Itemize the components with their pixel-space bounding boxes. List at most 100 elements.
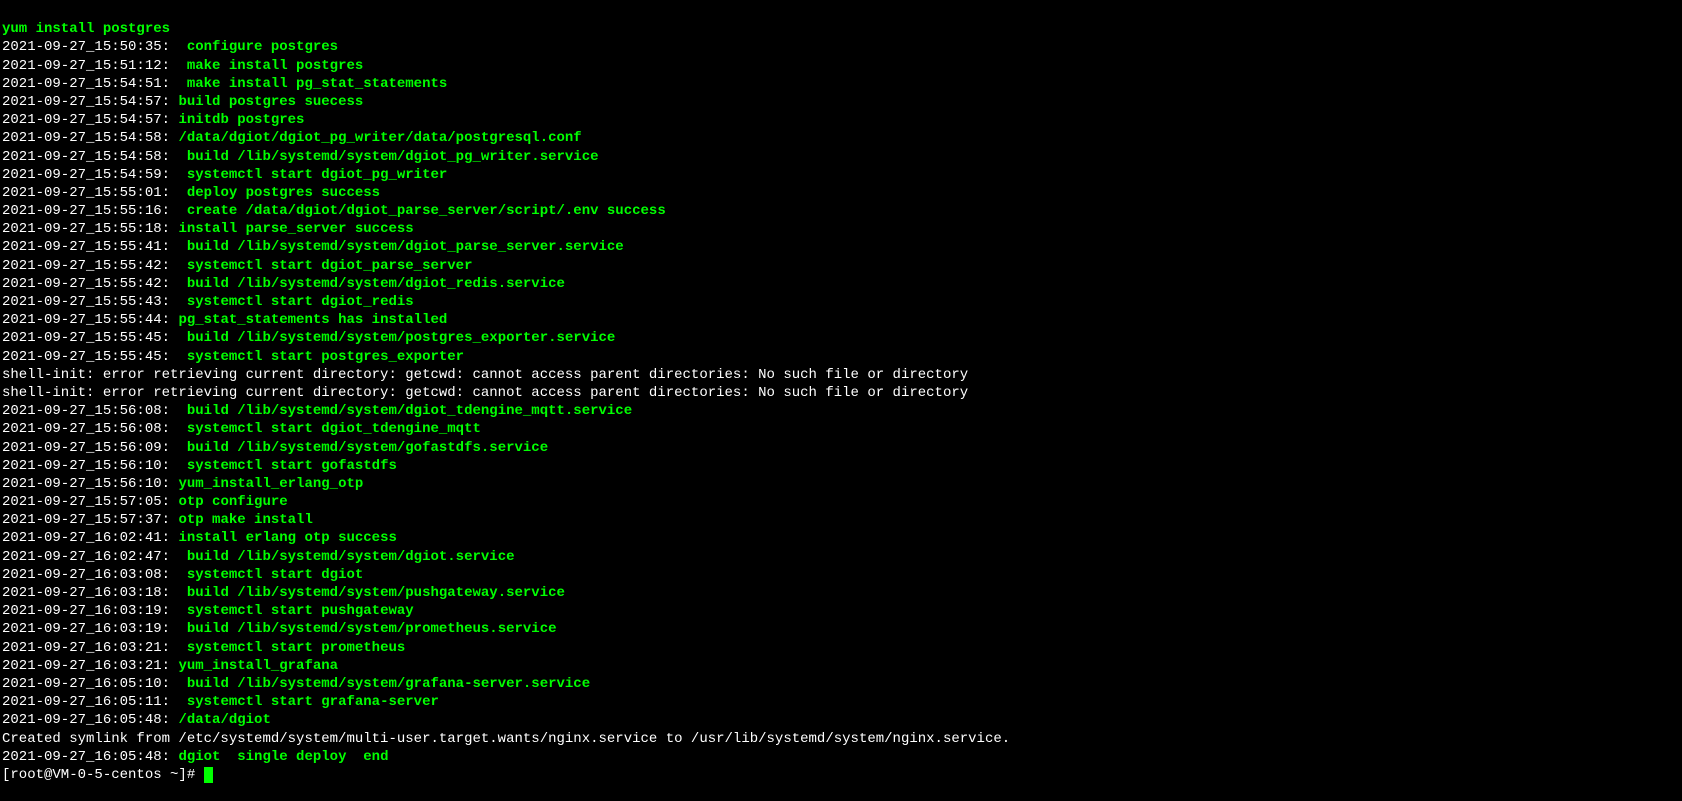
terminal-line: Created symlink from /etc/systemd/system… (2, 730, 1680, 748)
terminal-line: 2021-09-27_16:02:41: install erlang otp … (2, 529, 1680, 547)
terminal-line: 2021-09-27_15:55:45: systemctl start pos… (2, 348, 1680, 366)
terminal-line: 2021-09-27_15:56:10: yum_install_erlang_… (2, 475, 1680, 493)
terminal-line: 2021-09-27_15:55:45: build /lib/systemd/… (2, 329, 1680, 347)
timestamp: 2021-09-27_15:54:57: (2, 94, 178, 110)
timestamp: 2021-09-27_15:55:01: (2, 185, 178, 201)
log-text: build /lib/systemd/system/dgiot_parse_se… (178, 239, 623, 255)
terminal-line: 2021-09-27_16:05:48: dgiot single deploy… (2, 748, 1680, 766)
log-text: initdb postgres (178, 112, 304, 128)
timestamp: 2021-09-27_15:55:45: (2, 330, 178, 346)
timestamp: 2021-09-27_15:54:51: (2, 76, 178, 92)
terminal-line: 2021-09-27_15:55:42: build /lib/systemd/… (2, 275, 1680, 293)
timestamp: 2021-09-27_15:56:08: (2, 403, 178, 419)
timestamp: 2021-09-27_16:03:21: (2, 640, 178, 656)
timestamp: 2021-09-27_16:03:19: (2, 621, 178, 637)
terminal-line: 2021-09-27_15:54:57: build postgres suec… (2, 93, 1680, 111)
timestamp: 2021-09-27_16:05:48: (2, 712, 178, 728)
log-text: systemctl start prometheus (178, 640, 405, 656)
terminal-line: 2021-09-27_16:03:21: systemctl start pro… (2, 639, 1680, 657)
terminal-line: 2021-09-27_15:56:09: build /lib/systemd/… (2, 439, 1680, 457)
log-text: otp make install (178, 512, 312, 528)
log-text: systemctl start gofastdfs (178, 458, 396, 474)
timestamp: 2021-09-27_15:55:43: (2, 294, 178, 310)
terminal-line: yum install postgres (2, 20, 1680, 38)
log-text: systemctl start grafana-server (178, 694, 438, 710)
log-text: build /lib/systemd/system/dgiot_pg_write… (178, 149, 598, 165)
log-text: systemctl start postgres_exporter (178, 349, 464, 365)
timestamp: 2021-09-27_15:54:58: (2, 149, 178, 165)
log-text: create /data/dgiot/dgiot_parse_server/sc… (178, 203, 665, 219)
log-text: pg_stat_statements has installed (178, 312, 447, 328)
log-text: shell-init: error retrieving current dir… (2, 367, 968, 383)
terminal-line: 2021-09-27_15:55:44: pg_stat_statements … (2, 311, 1680, 329)
log-text: build /lib/systemd/system/postgres_expor… (178, 330, 615, 346)
timestamp: 2021-09-27_15:54:58: (2, 130, 178, 146)
terminal-line: 2021-09-27_15:51:12: make install postgr… (2, 57, 1680, 75)
terminal-line: 2021-09-27_16:05:11: systemctl start gra… (2, 693, 1680, 711)
log-text: build /lib/systemd/system/dgiot_redis.se… (178, 276, 564, 292)
log-text: systemctl start dgiot_tdengine_mqtt (178, 421, 480, 437)
timestamp: 2021-09-27_16:03:21: (2, 658, 178, 674)
log-text: Created symlink from /etc/systemd/system… (2, 731, 1010, 747)
log-text: install parse_server success (178, 221, 413, 237)
timestamp: 2021-09-27_16:03:18: (2, 585, 178, 601)
prompt-line[interactable]: [root@VM-0-5-centos ~]# (2, 766, 1680, 784)
terminal-output[interactable]: yum install postgres 2021-09-27_15:50:35:… (2, 2, 1680, 784)
log-text: systemctl start dgiot (178, 567, 363, 583)
log-text: make install postgres (178, 58, 363, 74)
shell-prompt: [root@VM-0-5-centos ~]# (2, 766, 204, 784)
timestamp: 2021-09-27_15:55:18: (2, 221, 178, 237)
terminal-line: 2021-09-27_15:56:10: systemctl start gof… (2, 457, 1680, 475)
timestamp: 2021-09-27_15:54:59: (2, 167, 178, 183)
timestamp: 2021-09-27_15:55:45: (2, 349, 178, 365)
log-text: yum_install_erlang_otp (178, 476, 363, 492)
log-text: systemctl start dgiot_pg_writer (178, 167, 447, 183)
log-text: deploy postgres success (178, 185, 380, 201)
timestamp: 2021-09-27_16:05:48: (2, 749, 178, 765)
terminal-line: shell-init: error retrieving current dir… (2, 366, 1680, 384)
log-text: systemctl start pushgateway (178, 603, 413, 619)
terminal-line: 2021-09-27_15:55:16: create /data/dgiot/… (2, 202, 1680, 220)
log-text: /data/dgiot (178, 712, 270, 728)
terminal-line: 2021-09-27_15:54:59: systemctl start dgi… (2, 166, 1680, 184)
terminal-line: 2021-09-27_16:02:47: build /lib/systemd/… (2, 548, 1680, 566)
terminal-line: 2021-09-27_15:54:57: initdb postgres (2, 111, 1680, 129)
timestamp: 2021-09-27_15:55:41: (2, 239, 178, 255)
timestamp: 2021-09-27_16:03:19: (2, 603, 178, 619)
log-text: /data/dgiot/dgiot_pg_writer/data/postgre… (178, 130, 581, 146)
terminal-line: shell-init: error retrieving current dir… (2, 384, 1680, 402)
terminal-line: 2021-09-27_15:54:58: /data/dgiot/dgiot_p… (2, 129, 1680, 147)
timestamp: 2021-09-27_16:05:10: (2, 676, 178, 692)
timestamp: 2021-09-27_15:56:10: (2, 458, 178, 474)
timestamp: 2021-09-27_15:54:57: (2, 112, 178, 128)
terminal-line: 2021-09-27_16:03:18: build /lib/systemd/… (2, 584, 1680, 602)
timestamp: 2021-09-27_15:55:42: (2, 276, 178, 292)
log-text: yum_install_grafana (178, 658, 338, 674)
log-text: build /lib/systemd/system/dgiot_tdengine… (178, 403, 632, 419)
terminal-line: 2021-09-27_15:55:01: deploy postgres suc… (2, 184, 1680, 202)
timestamp: 2021-09-27_15:56:08: (2, 421, 178, 437)
terminal-line: 2021-09-27_15:56:08: build /lib/systemd/… (2, 402, 1680, 420)
terminal-line: 2021-09-27_16:05:10: build /lib/systemd/… (2, 675, 1680, 693)
log-text: build /lib/systemd/system/grafana-server… (178, 676, 590, 692)
log-text: build /lib/systemd/system/gofastdfs.serv… (178, 440, 548, 456)
log-text: dgiot single deploy end (178, 749, 388, 765)
timestamp: 2021-09-27_15:55:44: (2, 312, 178, 328)
terminal-line: 2021-09-27_15:54:58: build /lib/systemd/… (2, 148, 1680, 166)
log-text: build /lib/systemd/system/prometheus.ser… (178, 621, 556, 637)
timestamp: 2021-09-27_16:03:08: (2, 567, 178, 583)
log-text: install erlang otp success (178, 530, 396, 546)
log-text: make install pg_stat_statements (178, 76, 447, 92)
timestamp: 2021-09-27_15:56:10: (2, 476, 178, 492)
terminal-line: 2021-09-27_15:55:41: build /lib/systemd/… (2, 238, 1680, 256)
terminal-line: 2021-09-27_16:03:19: build /lib/systemd/… (2, 620, 1680, 638)
timestamp: 2021-09-27_15:57:37: (2, 512, 178, 528)
log-text: yum install postgres (2, 21, 170, 37)
timestamp: 2021-09-27_16:02:47: (2, 549, 178, 565)
terminal-line: 2021-09-27_15:54:51: make install pg_sta… (2, 75, 1680, 93)
timestamp: 2021-09-27_15:56:09: (2, 440, 178, 456)
timestamp: 2021-09-27_15:50:35: (2, 39, 178, 55)
terminal-line: 2021-09-27_15:56:08: systemctl start dgi… (2, 420, 1680, 438)
log-text: systemctl start dgiot_parse_server (178, 258, 472, 274)
terminal-line: 2021-09-27_15:57:37: otp make install (2, 511, 1680, 529)
